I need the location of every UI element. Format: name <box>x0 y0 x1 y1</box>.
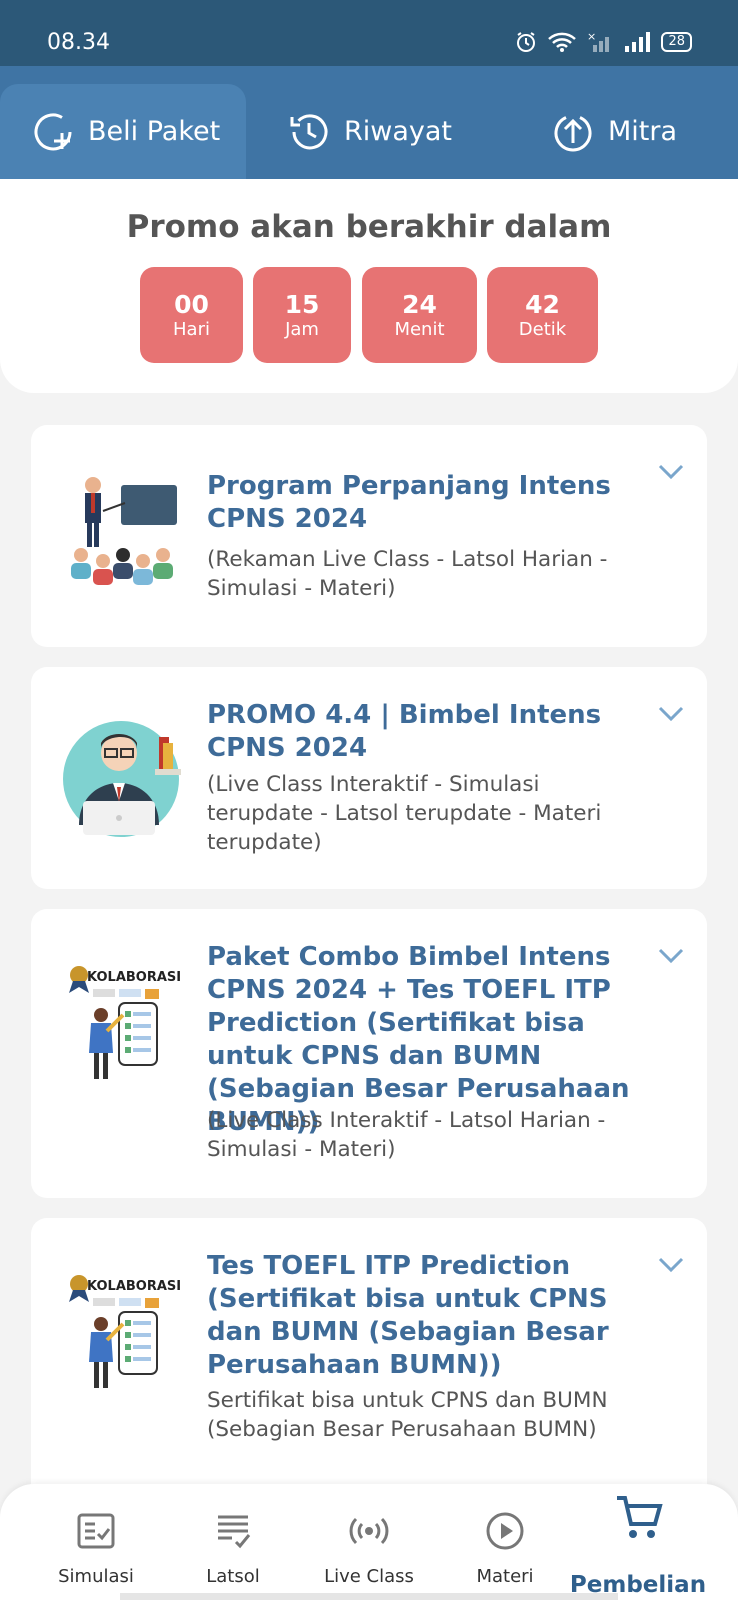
package-title: Program Perpanjang Intens CPNS 2024 <box>207 471 611 534</box>
nav-live-class[interactable]: Live Class <box>299 1484 439 1600</box>
countdown-value: 15 <box>284 290 320 320</box>
countdown-seconds: 42 Detik <box>487 267 598 363</box>
tab-beli-paket[interactable]: Beli Paket <box>0 84 246 179</box>
package-card[interactable]: KOLABORASI Paket Combo Bimbel Intens CPN… <box>31 909 707 1198</box>
add-circle-icon <box>34 112 72 150</box>
kolaborasi-logo-text: KOLABORASI <box>87 1279 181 1294</box>
package-description: (Live Class Interaktif - Latsol Harian -… <box>207 1108 606 1162</box>
nav-label: Live Class <box>324 1566 414 1587</box>
package-description: (Rekaman Live Class - Latsol Harian - Si… <box>207 547 608 601</box>
broadcast-icon <box>349 1517 389 1545</box>
countdown-value: 00 <box>174 290 209 320</box>
battery-icon: 28 <box>661 32 692 52</box>
bottom-nav: Simulasi Latsol Live Class Materi Pembel… <box>0 1484 738 1600</box>
package-card[interactable]: Program Perpanjang Intens CPNS 2024 (Rek… <box>31 425 707 647</box>
countdown-unit: Hari <box>173 319 210 341</box>
nav-simulasi[interactable]: Simulasi <box>26 1484 166 1600</box>
wifi-icon <box>548 32 577 52</box>
alarm-icon <box>517 32 536 52</box>
countdown-unit: Menit <box>394 319 445 341</box>
countdown-value: 24 <box>402 290 437 320</box>
checklist-icon <box>77 1513 115 1549</box>
tab-riwayat[interactable]: Riwayat <box>288 84 452 179</box>
kolaborasi-illustration: KOLABORASI <box>69 1275 181 1388</box>
countdown-minutes: 24 Menit <box>362 267 477 363</box>
status-icons: × 28 <box>515 31 692 53</box>
nav-label: Materi <box>476 1566 534 1587</box>
chevron-down-icon[interactable] <box>657 463 685 481</box>
top-tabs: Beli Paket Riwayat Mitra <box>0 66 738 179</box>
countdown-unit: Jam <box>285 319 319 341</box>
signal-icon <box>625 32 651 52</box>
tab-label: Beli Paket <box>88 116 221 147</box>
chevron-down-icon[interactable] <box>657 1256 685 1274</box>
list-check-icon <box>218 1515 251 1549</box>
package-card[interactable]: KOLABORASI Tes TOEFL ITP Prediction (Ser… <box>31 1218 707 1518</box>
upload-circle-icon <box>554 115 592 151</box>
nav-label: Simulasi <box>58 1566 134 1587</box>
countdown-hours: 15 Jam <box>253 267 351 363</box>
tab-label: Riwayat <box>344 116 452 147</box>
gesture-bar <box>120 1593 618 1600</box>
status-time: 08.34 <box>47 30 110 55</box>
nav-latsol[interactable]: Latsol <box>163 1484 303 1600</box>
tab-mitra[interactable]: Mitra <box>552 84 677 179</box>
kolaborasi-illustration: KOLABORASI <box>69 966 181 1079</box>
tab-label: Mitra <box>608 116 678 147</box>
nav-pembelian[interactable]: Pembelian <box>568 1484 708 1600</box>
play-circle-icon <box>486 1512 524 1550</box>
chevron-down-icon[interactable] <box>657 705 685 723</box>
nav-label: Latsol <box>206 1566 260 1587</box>
countdown-days: 00 Hari <box>140 267 243 363</box>
chevron-down-icon[interactable] <box>657 947 685 965</box>
package-description: Sertifikat bisa untuk CPNS dan BUMN (Seb… <box>207 1388 608 1442</box>
nav-materi[interactable]: Materi <box>435 1484 575 1600</box>
svg-text:×: × <box>587 31 596 43</box>
history-icon <box>290 113 328 149</box>
promo-countdown: Promo akan berakhir dalam 00 Hari 15 Jam… <box>0 179 738 393</box>
package-title: PROMO 4.4 | Bimbel Intens CPNS 2024 <box>207 700 602 763</box>
signal-off-icon: × <box>587 31 610 52</box>
package-title: Tes TOEFL ITP Prediction (Sertifikat bis… <box>207 1251 609 1380</box>
countdown-value: 42 <box>525 290 560 320</box>
classroom-illustration <box>71 477 177 585</box>
package-card[interactable]: PROMO 4.4 | Bimbel Intens CPNS 2024 (Liv… <box>31 667 707 889</box>
promo-title: Promo akan berakhir dalam <box>126 209 612 245</box>
kolaborasi-logo-text: KOLABORASI <box>87 970 181 985</box>
countdown-unit: Detik <box>518 319 567 341</box>
cart-icon <box>617 1496 663 1538</box>
package-description: (Live Class Interaktif - Simulasi terupd… <box>207 772 602 855</box>
status-bar: 08.34 × 28 <box>0 0 738 66</box>
teacher-avatar-illustration <box>63 721 181 837</box>
